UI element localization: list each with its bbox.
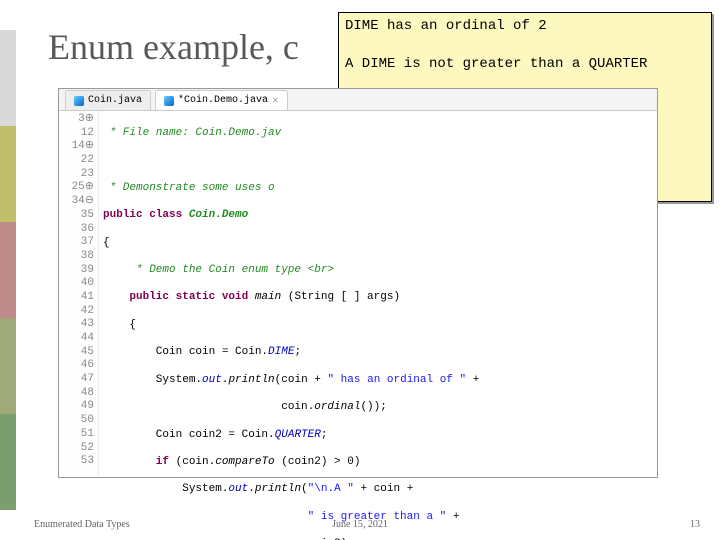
line-number: 42 <box>59 305 94 319</box>
code-frag: main <box>255 291 288 303</box>
line-number-gutter: 3⊕ 12 14⊕ 22 23 25⊕ 34⊖ 35 36 37 38 39 4… <box>59 111 99 477</box>
code-frag: (coin. <box>176 456 216 468</box>
line-number: 49 <box>59 400 94 414</box>
code-frag: ordinal <box>314 401 360 413</box>
code-frag: out <box>202 374 222 386</box>
code-frag: public class <box>103 209 189 221</box>
code-frag: ; <box>321 429 328 441</box>
tab-label: Coin.java <box>88 95 142 106</box>
output-line: A DIME is not greater than a QUARTER <box>345 56 647 72</box>
code-frag: if <box>103 456 176 468</box>
line-number: 36 <box>59 223 94 237</box>
decorative-side-bars <box>0 30 16 510</box>
line-number: 34⊖ <box>59 195 94 209</box>
line-number: 25⊕ <box>59 181 94 195</box>
code-frag: DIME <box>268 346 294 358</box>
java-file-icon <box>74 96 84 106</box>
line-number: 22 <box>59 154 94 168</box>
line-number: 53 <box>59 455 94 469</box>
code-frag: ; <box>294 346 301 358</box>
code-frag: "\n.A " <box>308 483 354 495</box>
code-frag: out <box>228 483 248 495</box>
slide: Enum example, c DIME has an ordinal of 2… <box>0 0 720 540</box>
bar-1 <box>0 30 16 126</box>
code-frag: ()); <box>360 401 386 413</box>
code-frag: System. <box>103 374 202 386</box>
line-number: 46 <box>59 359 94 373</box>
code-frag: * File name: Coin.Demo.jav <box>103 127 281 139</box>
ide-editor: Coin.java *Coin.Demo.java ✕ 3⊕ 12 14⊕ 22… <box>58 88 658 478</box>
code-frag: . <box>248 483 255 495</box>
code-frag: + <box>446 511 459 523</box>
code-frag: coin. <box>103 401 314 413</box>
output-line: DIME has an ordinal of 2 <box>345 18 547 34</box>
line-number: 47 <box>59 373 94 387</box>
code-frag: (String [ ] args) <box>288 291 400 303</box>
slide-title: Enum example, c <box>48 26 299 68</box>
line-number: 51 <box>59 428 94 442</box>
bar-4 <box>0 318 16 414</box>
line-number: 14⊕ <box>59 140 94 154</box>
line-number: 3⊕ <box>59 113 94 127</box>
code-frag: QUARTER <box>275 429 321 441</box>
line-number: 39 <box>59 264 94 278</box>
line-number: 12 <box>59 127 94 141</box>
bar-5 <box>0 414 16 510</box>
line-number: 38 <box>59 250 94 264</box>
code-frag: println <box>255 483 301 495</box>
code-frag: <br> <box>308 264 334 276</box>
footer-date: June 15, 2021 <box>332 519 388 530</box>
code-frag: + <box>466 374 479 386</box>
code-frag: compareTo <box>215 456 281 468</box>
line-number: 45 <box>59 346 94 360</box>
line-number: 50 <box>59 414 94 428</box>
code-frag: { <box>103 237 110 249</box>
code-frag: ( <box>301 483 308 495</box>
code-frag: System. <box>103 483 228 495</box>
code-frag: Coin.Demo <box>189 209 248 221</box>
code-body[interactable]: * File name: Coin.Demo.jav * Demonstrate… <box>99 111 657 477</box>
code-frag: { <box>103 319 136 331</box>
code-frag: (coin + <box>275 374 328 386</box>
line-number: 23 <box>59 168 94 182</box>
bar-3 <box>0 222 16 318</box>
code-frag <box>103 511 308 523</box>
line-number: 44 <box>59 332 94 346</box>
line-number: 43 <box>59 318 94 332</box>
close-icon[interactable]: ✕ <box>272 96 279 106</box>
footer-page-number: 13 <box>690 519 700 530</box>
line-number: 35 <box>59 209 94 223</box>
code-frag: " has an ordinal of " <box>327 374 466 386</box>
code-frag: println <box>228 374 274 386</box>
tab-coin-java[interactable]: Coin.java <box>65 90 151 110</box>
code-frag: * Demo the Coin enum type <box>103 264 308 276</box>
code-frag: (coin2) > 0) <box>281 456 360 468</box>
tab-label: *Coin.Demo.java <box>178 95 268 106</box>
editor-tabs: Coin.java *Coin.Demo.java ✕ <box>59 89 657 111</box>
tab-coin-demo-java[interactable]: *Coin.Demo.java ✕ <box>155 90 288 110</box>
line-number: 52 <box>59 442 94 456</box>
line-number: 48 <box>59 387 94 401</box>
line-number: 40 <box>59 277 94 291</box>
code-frag: Coin coin2 = Coin. <box>103 429 275 441</box>
bar-2 <box>0 126 16 222</box>
java-file-icon <box>164 96 174 106</box>
code-frag: + coin + <box>354 483 413 495</box>
line-number: 37 <box>59 236 94 250</box>
line-number: 41 <box>59 291 94 305</box>
footer-left: Enumerated Data Types <box>34 519 130 530</box>
code-area: 3⊕ 12 14⊕ 22 23 25⊕ 34⊖ 35 36 37 38 39 4… <box>59 111 657 477</box>
code-frag: public static void <box>103 291 255 303</box>
code-frag: * Demonstrate some uses o <box>103 182 275 194</box>
code-frag: Coin coin = Coin. <box>103 346 268 358</box>
